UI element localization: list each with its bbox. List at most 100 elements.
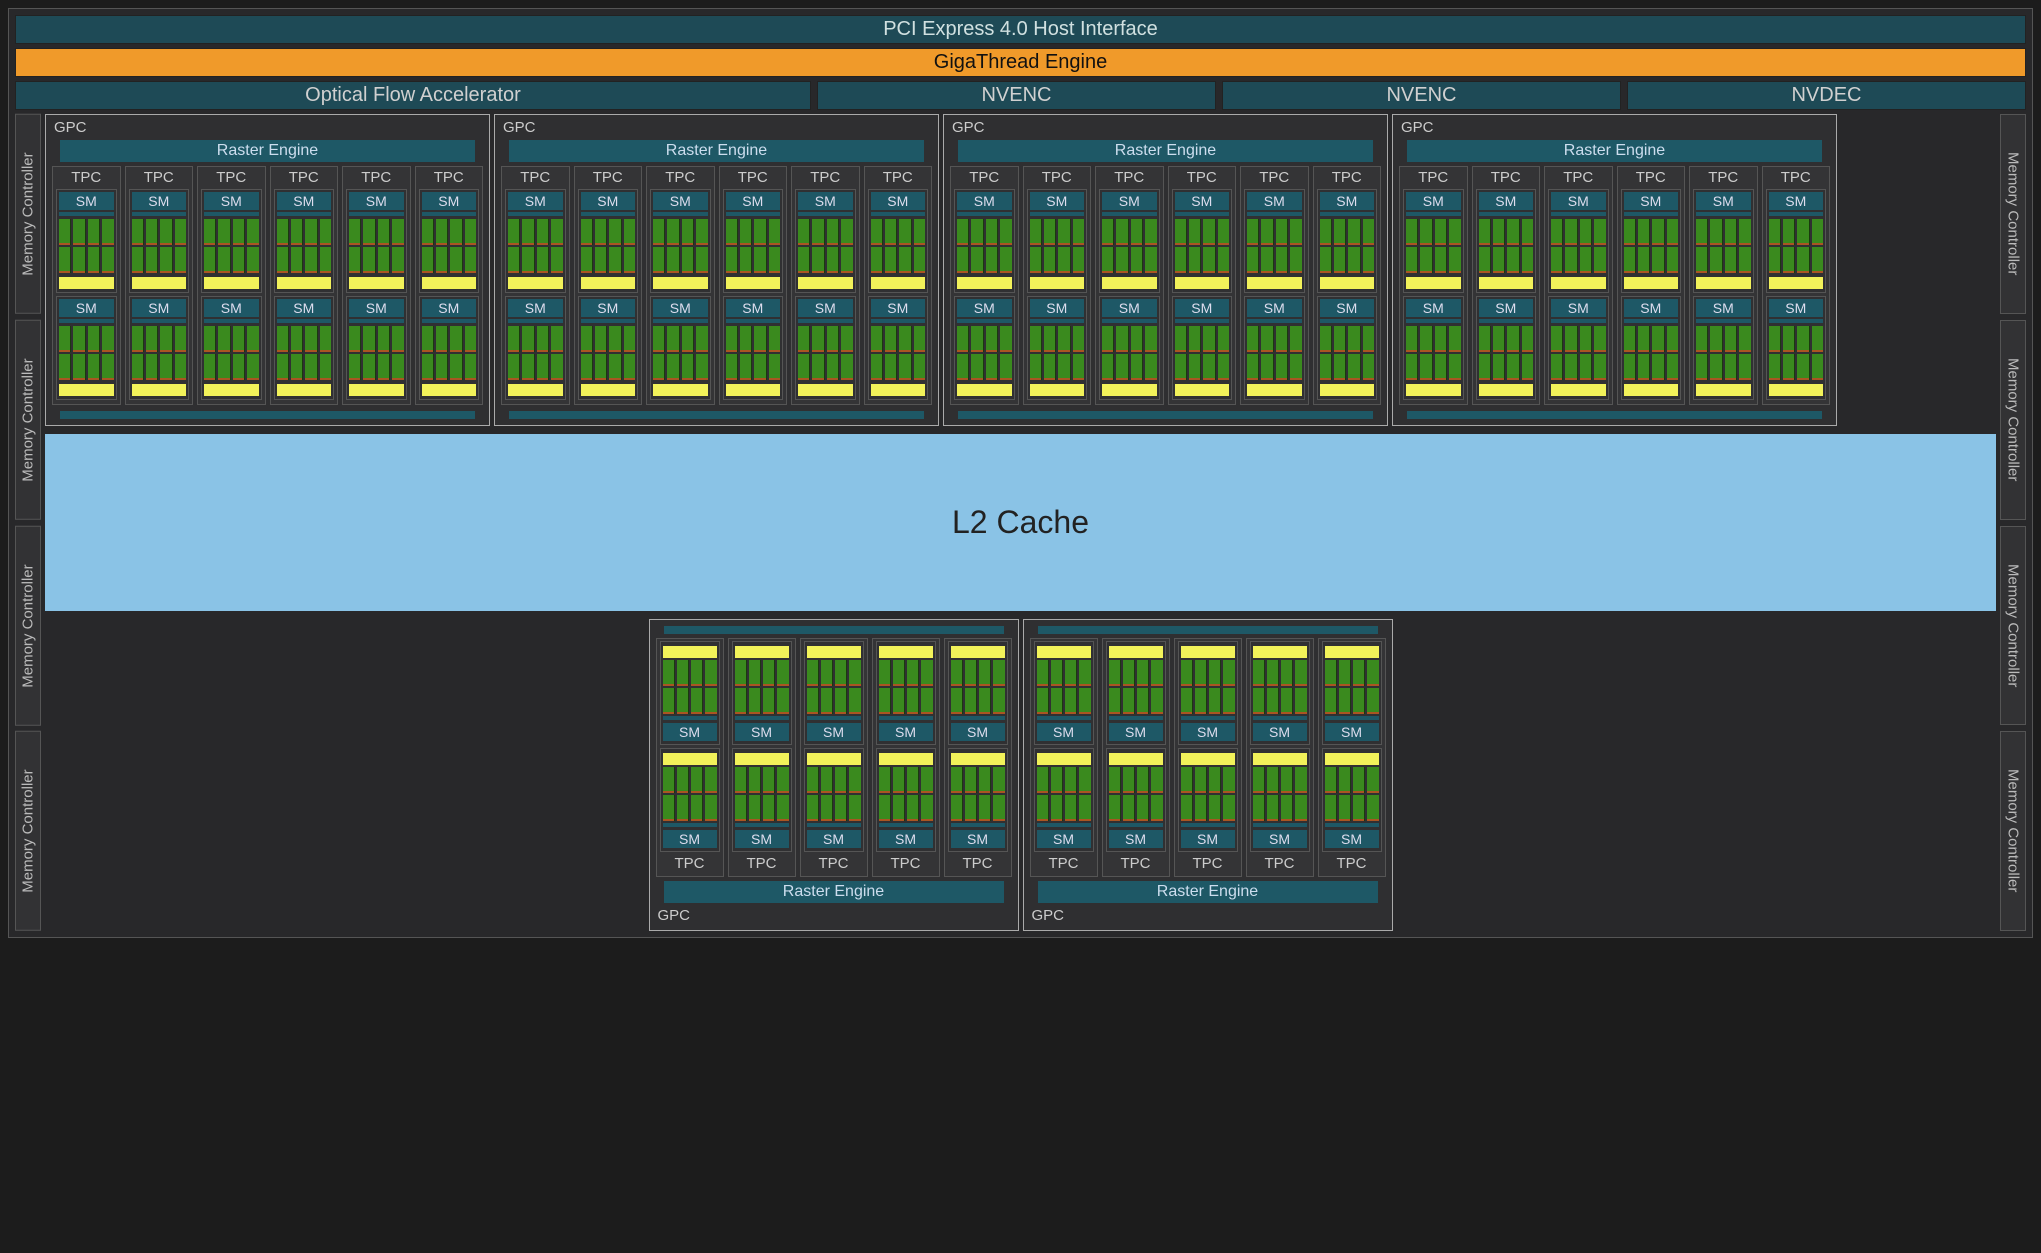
cuda-core [1479,326,1491,352]
sm-label: SM [1037,723,1091,741]
cuda-core-row [1030,326,1085,352]
cuda-core [1565,219,1577,245]
cuda-core [663,688,675,714]
cuda-core [1253,660,1265,686]
cuda-core [1420,354,1432,380]
tpc-block: TPCSMSM [800,638,868,877]
cuda-core [1079,688,1090,714]
sm-block: SM [1317,189,1378,293]
cuda-core [1131,219,1143,245]
cuda-core [160,354,172,380]
cuda-core-row [807,660,861,686]
cuda-core-row [277,247,332,273]
cuda-core [1189,354,1201,380]
cuda-core [1223,660,1234,686]
cuda-core [1261,354,1273,380]
cuda-core [1594,219,1605,245]
cuda-core [893,795,905,821]
cuda-core [450,354,462,380]
sm-block: SM [1027,189,1088,293]
cuda-core [691,767,703,793]
cuda-core [508,326,520,352]
cuda-core [705,767,716,793]
cuda-core [1145,326,1156,352]
cuda-core [1123,660,1135,686]
cuda-core [740,219,752,245]
cuda-core [1652,247,1664,273]
cuda-core [1000,219,1011,245]
cuda-core-row [879,767,933,793]
cuda-core [807,795,819,821]
cuda-core [1783,354,1795,380]
cuda-core [754,247,766,273]
sm-block: SM [1250,748,1310,852]
cuda-core-row [1624,326,1679,352]
cuda-core [769,247,780,273]
cuda-core [1667,326,1678,352]
cuda-core [204,247,216,273]
gpc-rop-bar [60,411,475,419]
cuda-core-row [1479,354,1534,380]
tpc-label: TPC [1172,169,1233,186]
tpc-block: TPCSMSM [950,166,1019,405]
cuda-core [305,247,317,273]
cuda-core-row [59,247,114,273]
tpc-block: TPCSMSM [944,638,1012,877]
cuda-core [740,326,752,352]
cuda-core [1181,660,1193,686]
cuda-core-row [1769,219,1824,245]
cuda-core-row [1479,219,1534,245]
sm-label: SM [951,723,1005,741]
sm-shared-memory [1624,277,1679,289]
memory-controller: Memory Controller [15,114,41,314]
cuda-core [1181,767,1193,793]
sm-label: SM [508,192,563,210]
cuda-core [1267,795,1279,821]
cuda-core [102,247,113,273]
cuda-core [132,247,144,273]
cuda-core [1000,354,1011,380]
tpc-block: TPCSMSM [1399,166,1468,405]
cuda-core-row [1030,354,1085,380]
cuda-core [1189,326,1201,352]
cuda-core [551,354,562,380]
cuda-core-row [1247,326,1302,352]
cuda-core [1769,326,1781,352]
cuda-core-row [807,795,861,821]
tpc-block: TPCSMSM [1689,166,1758,405]
cuda-core [1223,795,1234,821]
cuda-core [979,660,991,686]
cuda-core [1406,326,1418,352]
gpc-label: GPC [501,119,932,136]
tpc-label: TPC [1317,169,1378,186]
cuda-core [102,326,113,352]
sm-block: SM [1250,641,1310,745]
cuda-core-row [871,326,926,352]
cuda-core [349,326,361,352]
cuda-core [754,219,766,245]
cuda-core [1334,219,1346,245]
cuda-core [1137,795,1149,821]
sm-block: SM [129,296,190,400]
cuda-core-row [735,795,789,821]
tpc-label: TPC [1099,169,1160,186]
cuda-core [349,354,361,380]
cuda-core [465,219,476,245]
gpc-block: GPCRaster EngineTPCSMSMTPCSMSMTPCSMSMTPC… [1023,619,1393,931]
cuda-core [1073,326,1084,352]
cuda-core-row [653,219,708,245]
cuda-core [769,354,780,380]
cuda-core [979,795,991,821]
cuda-core [1624,219,1636,245]
sm-block: SM [795,296,856,400]
sm-block: SM [650,296,711,400]
sm-block: SM [1099,189,1160,293]
cuda-core [1406,219,1418,245]
sm-label: SM [349,192,404,210]
sm-block: SM [948,641,1008,745]
cuda-core-row [132,354,187,380]
cuda-core [849,795,860,821]
cuda-core [1320,247,1332,273]
cuda-core [102,354,113,380]
cuda-core [1051,767,1063,793]
